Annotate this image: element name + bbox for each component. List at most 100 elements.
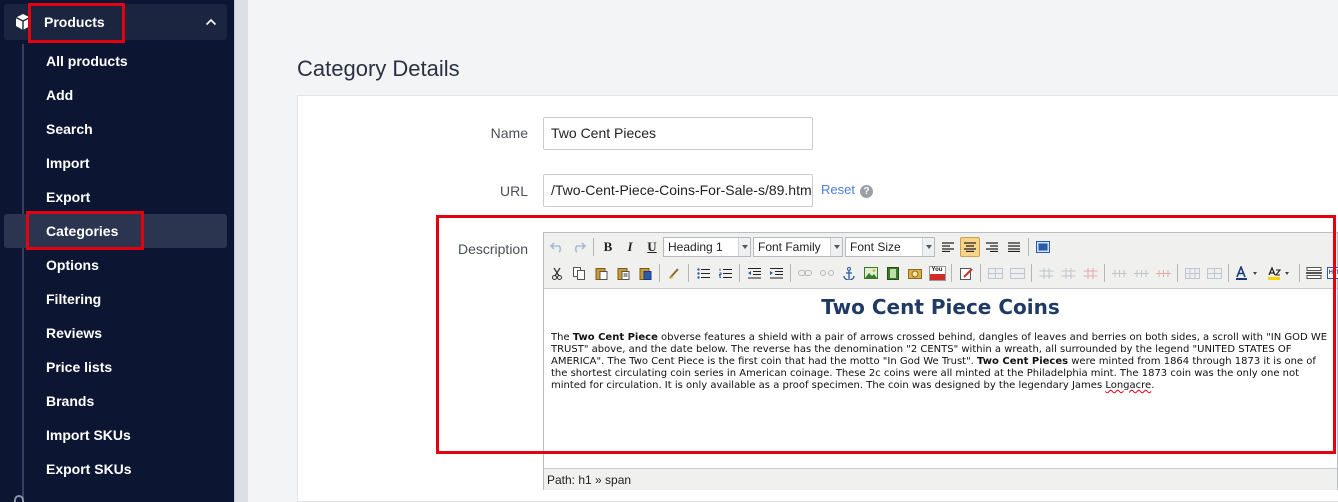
- sidebar-splitter[interactable]: [234, 0, 248, 502]
- main-content: Category Details Name Two Cent Pieces UR…: [248, 0, 1338, 502]
- table-col-right-icon[interactable]: [1058, 263, 1078, 283]
- align-left-icon[interactable]: [938, 237, 958, 257]
- paste-word-icon[interactable]: [635, 263, 655, 283]
- toolbar-separator: [1177, 264, 1178, 282]
- toolbar-separator: [951, 264, 952, 282]
- outdent-icon[interactable]: [744, 263, 764, 283]
- sidebar-item-filtering[interactable]: Filtering: [34, 285, 101, 313]
- undo-icon[interactable]: [547, 237, 567, 257]
- sidebar-item-reviews[interactable]: Reviews: [34, 319, 102, 347]
- redo-icon[interactable]: [569, 237, 589, 257]
- table-merge-icon[interactable]: [1182, 263, 1202, 283]
- name-label: Name: [490, 125, 528, 141]
- cut-icon[interactable]: [547, 263, 567, 283]
- table-props-icon[interactable]: [1204, 263, 1224, 283]
- copy-icon[interactable]: [569, 263, 589, 283]
- youtube-label: You: [931, 266, 943, 273]
- font-family-select-value: Font Family: [758, 240, 821, 254]
- toolbar-separator: [980, 264, 981, 282]
- font-size-select-value: Font Size: [850, 240, 901, 254]
- anchor-icon[interactable]: [839, 263, 859, 283]
- description-label: Description: [457, 241, 528, 257]
- sidebar-item-export[interactable]: Export: [34, 183, 90, 211]
- sidebar-item-export-skus[interactable]: Export SKUs: [34, 455, 132, 483]
- toolbar-separator: [1228, 264, 1229, 282]
- unlink-icon[interactable]: [817, 263, 837, 283]
- url-label: URL: [499, 183, 528, 199]
- youtube-icon[interactable]: You: [927, 263, 947, 283]
- table-col-left-icon[interactable]: [1036, 263, 1056, 283]
- link-icon[interactable]: [795, 263, 815, 283]
- toolbar-separator: [1031, 264, 1032, 282]
- chevron-down-icon: [830, 238, 842, 256]
- misspelled-word: Longacre: [1105, 380, 1152, 391]
- editor-paragraph: The Two Cent Piece obverse features a sh…: [551, 332, 1328, 391]
- text-color-icon[interactable]: [1233, 263, 1263, 283]
- page-title: Category Details: [297, 56, 460, 81]
- description-editor[interactable]: B I U Heading 1 Font Family Font Size Yo…: [543, 232, 1338, 490]
- toolbar-separator: [1104, 264, 1105, 282]
- table-insert-row-icon[interactable]: [985, 263, 1005, 283]
- underline-button[interactable]: U: [642, 237, 662, 257]
- help-icon[interactable]: ?: [860, 185, 873, 198]
- format-select-value: Heading 1: [668, 240, 723, 254]
- font-family-select[interactable]: Font Family: [753, 237, 843, 257]
- products-section-label: Products: [44, 14, 105, 30]
- sidebar-item-brands[interactable]: Brands: [34, 387, 94, 415]
- editor-content-area[interactable]: Two Cent Piece Coins The Two Cent Piece …: [544, 288, 1337, 469]
- bullet-list-icon[interactable]: [693, 263, 713, 283]
- url-reset-link[interactable]: Reset: [821, 182, 855, 197]
- indent-icon[interactable]: [766, 263, 786, 283]
- toolbar-separator: [1299, 264, 1300, 282]
- sidebar: Products All products Add Search Import …: [0, 0, 234, 502]
- horizontal-rule-icon[interactable]: [1304, 263, 1324, 283]
- emoticon-icon[interactable]: [905, 263, 925, 283]
- highlight-color-icon[interactable]: [1265, 263, 1295, 283]
- cleanup-icon[interactable]: [664, 263, 684, 283]
- numbered-list-icon[interactable]: [715, 263, 735, 283]
- sidebar-item-price-lists[interactable]: Price lists: [34, 353, 112, 381]
- name-field[interactable]: Two Cent Pieces: [543, 117, 813, 150]
- table-delete-row-icon[interactable]: [1007, 263, 1027, 283]
- html-source-button[interactable]: HTML: [1326, 263, 1338, 283]
- table-col-delete-icon[interactable]: [1080, 263, 1100, 283]
- fullscreen-icon[interactable]: [1033, 237, 1053, 257]
- image-icon[interactable]: [861, 263, 881, 283]
- table-row-after-icon[interactable]: [1131, 263, 1151, 283]
- format-select[interactable]: Heading 1: [663, 237, 751, 257]
- editor-toolbar-row-1: B I U Heading 1 Font Family Font Size: [544, 234, 1054, 260]
- toolbar-separator: [659, 264, 660, 282]
- sidebar-item-options[interactable]: Options: [34, 251, 99, 279]
- toolbar-separator: [739, 264, 740, 282]
- nav-tree-line: [22, 44, 24, 502]
- sidebar-item-import-skus[interactable]: Import SKUs: [34, 421, 131, 449]
- editor-toolbar-row-2: You HT: [544, 260, 1338, 286]
- box-icon: [15, 14, 31, 30]
- align-justify-icon[interactable]: [1004, 237, 1024, 257]
- editor-heading: Two Cent Piece Coins: [821, 295, 1060, 319]
- paste-text-icon[interactable]: [613, 263, 633, 283]
- edit-source-icon[interactable]: [956, 263, 976, 283]
- sidebar-item-all-products[interactable]: All products: [34, 47, 128, 75]
- editor-status-path: Path: h1 » span: [544, 470, 1337, 490]
- products-section-toggle[interactable]: Products: [4, 4, 227, 40]
- bold-button[interactable]: B: [598, 237, 618, 257]
- media-icon[interactable]: [883, 263, 903, 283]
- sidebar-item-search[interactable]: Search: [34, 115, 93, 143]
- chevron-up-icon[interactable]: [205, 16, 217, 28]
- table-split-icon[interactable]: [1153, 263, 1173, 283]
- paste-icon[interactable]: [591, 263, 611, 283]
- toolbar-separator: [593, 238, 594, 256]
- sidebar-item-add[interactable]: Add: [34, 81, 73, 109]
- font-size-select[interactable]: Font Size: [845, 237, 935, 257]
- toolbar-separator: [688, 264, 689, 282]
- chevron-down-icon: [922, 238, 934, 256]
- italic-button[interactable]: I: [620, 237, 640, 257]
- toolbar-separator: [1028, 238, 1029, 256]
- table-row-before-icon[interactable]: [1109, 263, 1129, 283]
- align-center-icon[interactable]: [960, 237, 980, 257]
- align-right-icon[interactable]: [982, 237, 1002, 257]
- sidebar-item-import[interactable]: Import: [34, 149, 90, 177]
- sidebar-item-categories[interactable]: Categories: [4, 214, 227, 248]
- url-field[interactable]: /Two-Cent-Piece-Coins-For-Sale-s/89.htm: [543, 174, 813, 207]
